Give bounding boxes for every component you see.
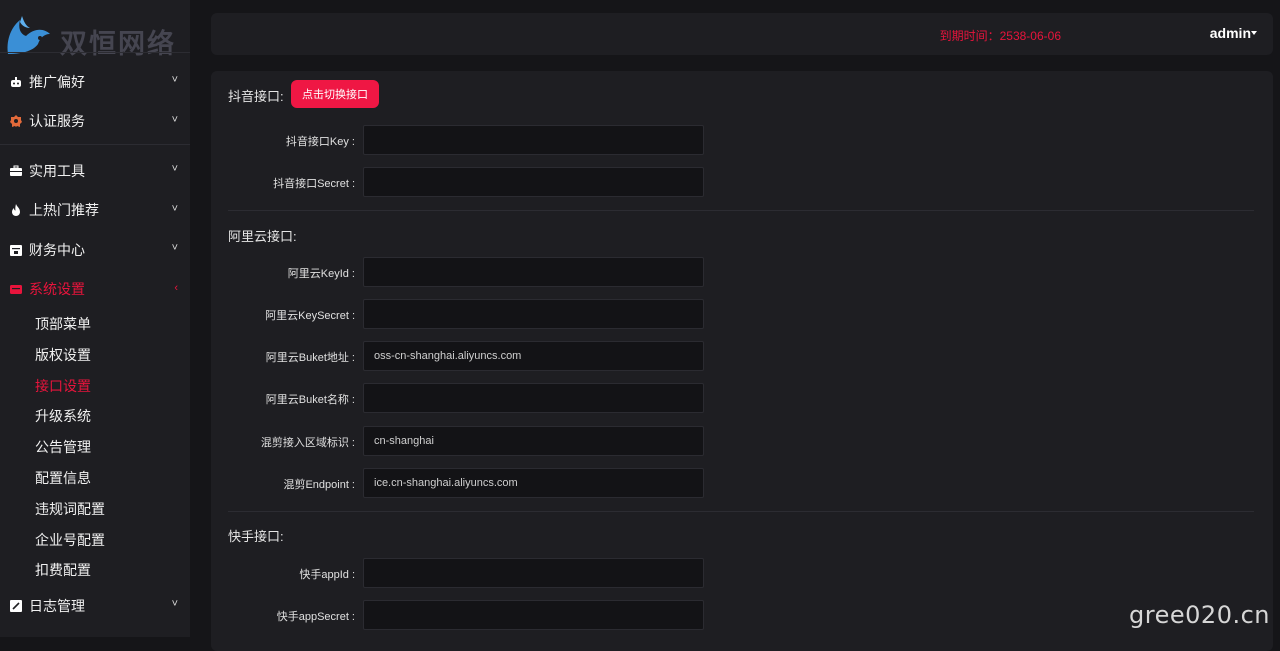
form-row: 抖音接口Secret :: [211, 167, 731, 197]
toolbox-icon: [10, 165, 22, 177]
field-label: 快手appSecret :: [277, 608, 355, 624]
chevron-down-icon: ˅: [172, 74, 178, 86]
sidebar: 双恒网络 推广偏好 ˅ 认证服务 ˅ 实用工具 ˅ 上热门推荐 ˅ 财务中心 ˅: [0, 0, 190, 637]
submenu-item-upgrade[interactable]: 升级系统: [0, 401, 190, 432]
form-row: 阿里云KeyId :: [211, 257, 731, 287]
chevron-left-icon: ‹: [174, 282, 178, 294]
form-row: 混剪Endpoint :: [211, 468, 731, 498]
api-settings-panel: 抖音接口: 点击切换接口 抖音接口Key : 抖音接口Secret : 阿里云接…: [211, 71, 1273, 651]
fire-icon: [10, 204, 22, 216]
chevron-down-icon: ˅: [172, 114, 178, 126]
field-label: 混剪接入区域标识 :: [261, 434, 355, 450]
sidebar-item-system-settings[interactable]: 系统设置 ‹: [0, 270, 190, 310]
field-label: 阿里云Buket地址 :: [266, 349, 355, 365]
robot-icon: [10, 76, 22, 88]
sidebar-item-label: 上热门推荐: [29, 200, 99, 220]
sidebar-item-logs[interactable]: 日志管理 ˅: [0, 586, 190, 626]
dolphin-logo-icon: [4, 14, 56, 56]
field-label: 混剪Endpoint :: [283, 476, 355, 492]
field-label: 阿里云KeySecret :: [265, 307, 355, 323]
expiry-date: 到期时间：2538-06-06: [940, 27, 1061, 44]
douyin-key-input[interactable]: [363, 125, 704, 155]
wallet-icon: [10, 244, 22, 256]
logo-divider: [0, 52, 190, 53]
chevron-down-icon: ˅: [172, 163, 178, 175]
submenu-item-config-info[interactable]: 配置信息: [0, 463, 190, 494]
submenu-item-copyright[interactable]: 版权设置: [0, 340, 190, 371]
chevron-down-icon: ˅: [172, 242, 178, 254]
mix-region-input[interactable]: [363, 426, 704, 456]
chevron-down-icon: ˅: [172, 203, 178, 215]
form-row: 混剪接入区域标识 :: [211, 426, 731, 456]
sidebar-item-label: 日志管理: [29, 596, 85, 616]
sidebar-item-tools[interactable]: 实用工具 ˅: [0, 151, 190, 191]
field-label: 抖音接口Key :: [286, 133, 355, 149]
sidebar-item-label: 实用工具: [29, 161, 85, 181]
sidebar-item-label: 财务中心: [29, 240, 85, 260]
watermark: gree020.cn: [1129, 601, 1270, 629]
chevron-down-icon: ˅: [172, 598, 178, 610]
submenu-item-enterprise[interactable]: 企业号配置: [0, 525, 190, 556]
sidebar-item-label: 推广偏好: [29, 72, 85, 92]
kuaishou-appid-input[interactable]: [363, 558, 704, 588]
sidebar-item-finance[interactable]: 财务中心 ˅: [0, 230, 190, 270]
user-menu[interactable]: admin: [1210, 25, 1251, 41]
settings-icon: [10, 283, 22, 295]
aliyun-bucket-name-input[interactable]: [363, 383, 704, 413]
submenu-item-api-settings[interactable]: 接口设置: [0, 371, 190, 402]
sidebar-menu: 推广偏好 ˅ 认证服务 ˅ 实用工具 ˅ 上热门推荐 ˅ 财务中心 ˅ 系统设置…: [0, 62, 190, 626]
mix-endpoint-input[interactable]: [363, 468, 704, 498]
badge-icon: [10, 115, 22, 127]
sidebar-item-hot[interactable]: 上热门推荐 ˅: [0, 191, 190, 231]
section-divider: [228, 210, 1254, 211]
field-label: 快手appId :: [299, 566, 355, 582]
aliyun-keysecret-input[interactable]: [363, 299, 704, 329]
menu-divider: [0, 144, 190, 145]
field-label: 阿里云Buket名称 :: [266, 391, 355, 407]
submenu-system-settings: 顶部菜单 版权设置 接口设置 升级系统 公告管理 配置信息 违规词配置 企业号配…: [0, 309, 190, 586]
form-row: 阿里云Buket地址 :: [211, 341, 731, 371]
field-label: 阿里云KeyId :: [288, 265, 355, 281]
caret-down-icon[interactable]: [1251, 31, 1257, 35]
field-label: 抖音接口Secret :: [273, 175, 355, 191]
submenu-item-banned-words[interactable]: 违规词配置: [0, 494, 190, 525]
form-row: 快手appId :: [211, 558, 731, 588]
submenu-item-billing[interactable]: 扣费配置: [0, 555, 190, 586]
sidebar-item-promotion[interactable]: 推广偏好 ˅: [0, 62, 190, 102]
form-row: 抖音接口Key :: [211, 125, 731, 155]
logo-text: 双恒网络: [60, 22, 176, 61]
sidebar-item-label: 系统设置: [29, 279, 85, 299]
top-header: 到期时间：2538-06-06 admin: [211, 13, 1273, 55]
logo[interactable]: 双恒网络: [4, 14, 188, 56]
aliyun-keyid-input[interactable]: [363, 257, 704, 287]
submenu-item-top-menu[interactable]: 顶部菜单: [0, 309, 190, 340]
section-title-douyin: 抖音接口:: [228, 86, 284, 105]
submenu-item-announcements[interactable]: 公告管理: [0, 432, 190, 463]
form-row: 快手appSecret :: [211, 600, 731, 630]
aliyun-bucket-url-input[interactable]: [363, 341, 704, 371]
sidebar-item-certification[interactable]: 认证服务 ˅: [0, 102, 190, 142]
section-title-kuaishou: 快手接口:: [228, 526, 284, 545]
sidebar-item-label: 认证服务: [29, 111, 85, 131]
form-row: 阿里云Buket名称 :: [211, 383, 731, 413]
kuaishou-appsecret-input[interactable]: [363, 600, 704, 630]
switch-api-button[interactable]: 点击切换接口: [291, 80, 379, 108]
log-icon: [10, 600, 22, 612]
section-title-aliyun: 阿里云接口:: [228, 226, 297, 245]
form-row: 阿里云KeySecret :: [211, 299, 731, 329]
douyin-secret-input[interactable]: [363, 167, 704, 197]
section-divider: [228, 511, 1254, 512]
